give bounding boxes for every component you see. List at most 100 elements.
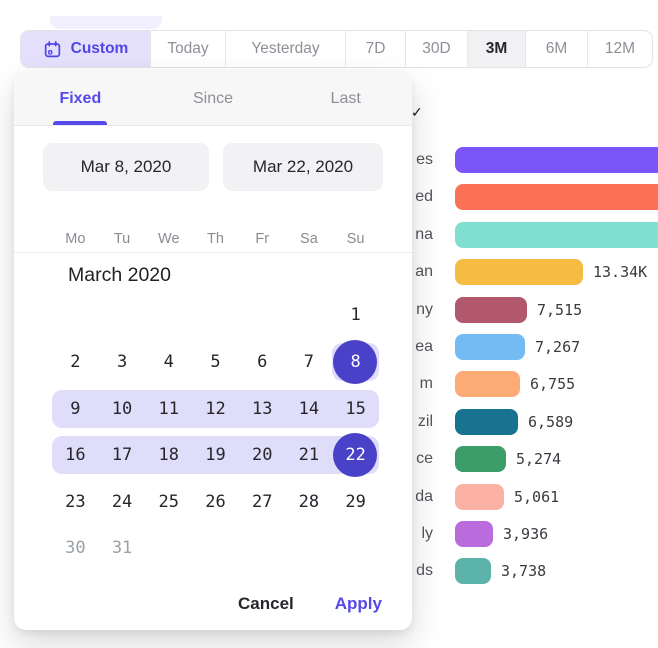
apply-button[interactable]: Apply <box>335 594 382 614</box>
chart-row: ny 7,515 <box>385 297 658 323</box>
day-cell[interactable]: 10 <box>99 389 146 429</box>
calendar-week-row: 9 10 11 12 13 14 15 <box>52 389 379 429</box>
country-bar[interactable] <box>455 259 583 285</box>
start-date-input[interactable]: Mar 8, 2020 <box>43 143 209 191</box>
day-cell[interactable] <box>286 295 333 335</box>
day-cell[interactable]: 13 <box>239 389 286 429</box>
weekday-header: Mo Tu We Th Fr Sa Su <box>52 226 379 252</box>
country-bar[interactable] <box>455 184 658 210</box>
country-bar[interactable] <box>455 521 493 547</box>
country-bar[interactable] <box>455 334 525 360</box>
day-cell[interactable]: 9 <box>52 389 99 429</box>
country-value: 6,755 <box>530 371 575 397</box>
day-cell[interactable]: 29 <box>332 482 379 522</box>
range-button-yesterday[interactable]: Yesterday <box>226 31 346 67</box>
day-cell[interactable]: 3 <box>99 342 146 382</box>
day-cell[interactable]: 27 <box>239 482 286 522</box>
day-cell[interactable]: 11 <box>145 389 192 429</box>
range-button-6m[interactable]: 6M <box>526 31 588 67</box>
range-button-30d[interactable]: 30D <box>406 31 468 67</box>
day-cell-selected-end[interactable]: 22 <box>332 435 379 475</box>
day-cell[interactable]: 1 <box>332 295 379 335</box>
day-cell[interactable]: 24 <box>99 482 146 522</box>
end-date-input[interactable]: Mar 22, 2020 <box>223 143 383 191</box>
tab-since[interactable]: Since <box>147 72 280 125</box>
chart-row: an 13.34K <box>385 259 658 285</box>
day-cell-selected-start[interactable]: 8 <box>332 342 379 382</box>
day-cell[interactable] <box>192 528 239 568</box>
day-cell-muted[interactable]: 31 <box>99 528 146 568</box>
country-bar[interactable] <box>455 409 518 435</box>
day-cell[interactable] <box>145 528 192 568</box>
country-bar[interactable] <box>455 147 658 173</box>
country-bar[interactable] <box>455 222 658 248</box>
day-cell[interactable]: 25 <box>145 482 192 522</box>
day-cell[interactable] <box>52 295 99 335</box>
day-cell[interactable]: 7 <box>286 342 333 382</box>
day-cell[interactable]: 5 <box>192 342 239 382</box>
day-cell[interactable]: 23 <box>52 482 99 522</box>
country-bar[interactable] <box>455 371 520 397</box>
country-value: 6,589 <box>528 409 573 435</box>
weekday-label: Mo <box>52 226 99 252</box>
datepicker-tabs: Fixed Since Last <box>14 72 412 126</box>
day-cell[interactable]: 15 <box>332 389 379 429</box>
chart-row: na <box>385 222 658 248</box>
chart-row: ce 5,274 <box>385 446 658 472</box>
tab-label: Fixed <box>59 90 101 108</box>
tab-label: Since <box>193 90 233 108</box>
chart-row: ea 7,267 <box>385 334 658 360</box>
country-bar[interactable] <box>455 446 506 472</box>
day-cell[interactable]: 6 <box>239 342 286 382</box>
range-button-today[interactable]: Today <box>151 31 226 67</box>
divider <box>14 252 412 253</box>
day-cell[interactable]: 12 <box>192 389 239 429</box>
day-cell[interactable]: 16 <box>52 435 99 475</box>
day-cell[interactable]: 28 <box>286 482 333 522</box>
country-value: 3,738 <box>501 558 546 584</box>
range-button-7d[interactable]: 7D <box>346 31 406 67</box>
chart-row: zil 6,589 <box>385 409 658 435</box>
day-cell[interactable] <box>239 295 286 335</box>
day-cell[interactable]: 18 <box>145 435 192 475</box>
calendar-week-row: 2 3 4 5 6 7 8 <box>52 342 379 382</box>
range-button-12m[interactable]: 12M <box>588 31 652 67</box>
range-button-3m[interactable]: 3M <box>468 31 526 67</box>
tab-last[interactable]: Last <box>279 72 412 125</box>
tab-fixed[interactable]: Fixed <box>14 72 147 125</box>
day-cell[interactable]: 19 <box>192 435 239 475</box>
weekday-label: Sa <box>286 226 333 252</box>
day-cell[interactable] <box>239 528 286 568</box>
day-cell[interactable]: 21 <box>286 435 333 475</box>
date-range-toolbar: Custom Today Yesterday 7D 30D 3M 6M 12M <box>20 30 653 68</box>
day-cell[interactable]: 26 <box>192 482 239 522</box>
range-button-label: 7D <box>366 40 386 58</box>
day-cell[interactable]: 2 <box>52 342 99 382</box>
range-button-label: 12M <box>605 40 635 58</box>
country-bar[interactable] <box>455 484 504 510</box>
country-value: 5,274 <box>516 446 561 472</box>
day-cell[interactable] <box>192 295 239 335</box>
date-inputs: Mar 8, 2020 Mar 22, 2020 <box>43 143 383 191</box>
range-button-label: Custom <box>71 40 129 58</box>
day-cell[interactable] <box>145 295 192 335</box>
countries-bar-chart: es ed na an 13.34K ny 7,515 ea 7,267 <box>385 0 658 648</box>
day-cell[interactable] <box>99 295 146 335</box>
day-cell[interactable] <box>332 528 379 568</box>
active-tab-underline <box>53 121 107 125</box>
range-button-custom[interactable]: Custom <box>21 31 151 67</box>
day-cell[interactable]: 4 <box>145 342 192 382</box>
day-cell[interactable]: 14 <box>286 389 333 429</box>
menu-checkmark-icon: ✓ <box>411 104 423 121</box>
cancel-button[interactable]: Cancel <box>238 594 294 614</box>
day-cell-muted[interactable]: 30 <box>52 528 99 568</box>
datepicker-popover: Fixed Since Last Mar 8, 2020 Mar 22, 202… <box>14 72 412 630</box>
chart-row: ed <box>385 184 658 210</box>
weekday-label: Th <box>192 226 239 252</box>
day-cell[interactable] <box>286 528 333 568</box>
day-cell[interactable]: 20 <box>239 435 286 475</box>
country-bar[interactable] <box>455 558 491 584</box>
range-button-label: 6M <box>546 40 568 58</box>
day-cell[interactable]: 17 <box>99 435 146 475</box>
country-bar[interactable] <box>455 297 527 323</box>
